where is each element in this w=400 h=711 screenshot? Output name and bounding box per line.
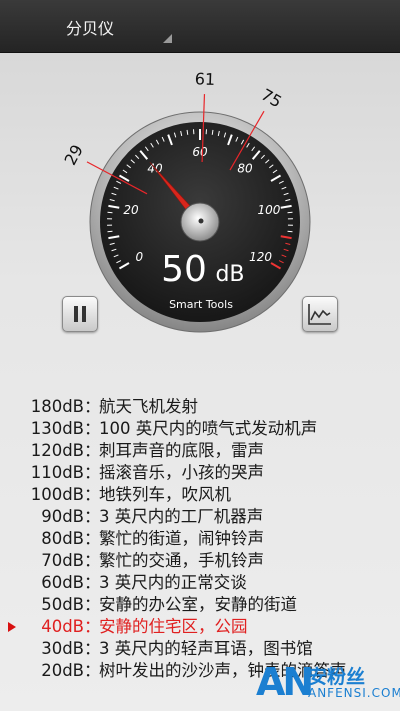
gauge-tick bbox=[186, 129, 189, 135]
noise-level-row: 60dB： 3 英尺内的正常交谈 bbox=[0, 572, 400, 594]
noise-level-db: 110dB bbox=[30, 463, 84, 482]
noise-level-row: 130dB： 100 英尺内的喷气式发动机声 bbox=[0, 418, 400, 440]
noise-level-description: 3 英尺内的轻声耳语，图书馆 bbox=[99, 639, 313, 658]
gauge-tick bbox=[211, 129, 214, 135]
gauge-tick bbox=[287, 230, 293, 233]
noise-level-db: 120dB bbox=[30, 441, 84, 460]
noise-level-db: 30dB bbox=[41, 639, 84, 658]
noise-level-db: 130dB bbox=[30, 419, 84, 438]
watermark-an: AN bbox=[256, 660, 314, 704]
noise-level-description: 地铁列车，吹风机 bbox=[99, 485, 231, 504]
noise-level-row: 80dB：繁忙的街道，闹钟铃声 bbox=[0, 528, 400, 550]
noise-level-row: 120dB：刺耳声音的底限，雷声 bbox=[0, 440, 400, 462]
gauge-reading-unit: dB bbox=[215, 262, 244, 287]
gauge-tick bbox=[107, 211, 113, 214]
watermark-cn: 安粉丝 bbox=[308, 666, 366, 688]
noise-level-description: 安静的办公室，安静的街道 bbox=[99, 595, 297, 614]
gauge-tick bbox=[287, 211, 293, 214]
line-chart-icon bbox=[308, 304, 331, 325]
noise-level-row: 110dB：摇滚音乐，小孩的哭声 bbox=[0, 462, 400, 484]
title-bar: 分贝仪 bbox=[0, 0, 400, 53]
gauge-scale-label: 0 bbox=[136, 250, 144, 264]
noise-level-db: 180dB bbox=[30, 397, 84, 416]
noise-level-row: 30dB： 3 英尺内的轻声耳语，图书馆 bbox=[0, 638, 400, 660]
gauge-marker-label: 61 bbox=[194, 69, 215, 89]
gauge-scale-label: 80 bbox=[237, 161, 253, 175]
noise-level-db: 90dB bbox=[41, 507, 84, 526]
gauge-marker-label: 75 bbox=[258, 85, 285, 112]
noise-level-db: 40dB bbox=[41, 617, 84, 636]
current-level-marker-icon bbox=[8, 622, 16, 632]
pause-icon bbox=[74, 306, 86, 322]
noise-level-row: 100dB：地铁列车，吹风机 bbox=[0, 484, 400, 506]
gauge-hub-pin bbox=[198, 218, 204, 224]
noise-level-row: 180dB：航天飞机发射 bbox=[0, 396, 400, 418]
noise-level-db: 50dB bbox=[41, 595, 84, 614]
gauge-scale-label: 60 bbox=[192, 145, 208, 159]
gauge-tick bbox=[107, 230, 113, 233]
noise-level-row: 90dB： 3 英尺内的工厂机器声 bbox=[0, 506, 400, 528]
noise-level-row: 40dB：安静的住宅区，公园 bbox=[0, 616, 400, 638]
noise-level-db: 100dB bbox=[30, 485, 84, 504]
gauge-brand: Smart Tools bbox=[169, 298, 233, 311]
noise-level-description: 繁忙的街道，闹钟铃声 bbox=[99, 529, 264, 548]
noise-level-db: 80dB bbox=[41, 529, 84, 548]
noise-level-description: 100 英尺内的喷气式发动机声 bbox=[99, 419, 318, 438]
noise-level-db: 20dB bbox=[41, 661, 84, 680]
noise-level-description: 刺耳声音的底限，雷声 bbox=[99, 441, 264, 460]
decibel-gauge: 020406080100120 296175 50 dB Smart Tools bbox=[61, 69, 311, 333]
noise-level-list: 180dB：航天飞机发射 130dB： 100 英尺内的喷气式发动机声 120dB：刺… bbox=[0, 396, 400, 682]
app-title: 分贝仪 bbox=[66, 19, 115, 38]
noise-level-db: 70dB bbox=[41, 551, 84, 570]
gauge-reading-value: 50 bbox=[161, 249, 207, 290]
overflow-corner-icon[interactable] bbox=[163, 34, 172, 43]
noise-level-row: 70dB：繁忙的交通，手机铃声 bbox=[0, 550, 400, 572]
noise-level-row: 50dB：安静的办公室，安静的街道 bbox=[0, 594, 400, 616]
noise-level-description: 安静的住宅区，公园 bbox=[99, 617, 248, 636]
noise-level-description: 3 英尺内的正常交谈 bbox=[99, 573, 247, 592]
noise-level-description: 摇滚音乐，小孩的哭声 bbox=[99, 463, 264, 482]
gauge-marker-label: 29 bbox=[61, 141, 87, 168]
gauge-scale-label: 120 bbox=[249, 250, 272, 264]
noise-level-description: 航天飞机发射 bbox=[99, 397, 198, 416]
history-chart-button[interactable] bbox=[302, 296, 338, 332]
noise-level-description: 3 英尺内的工厂机器声 bbox=[99, 507, 264, 526]
noise-level-db: 60dB bbox=[41, 573, 84, 592]
watermark-en: ANFENSI.COM bbox=[308, 686, 400, 700]
watermark-logo: AN 安粉丝 ANFENSI.COM bbox=[256, 660, 400, 711]
pause-button[interactable] bbox=[62, 296, 98, 332]
gauge-scale-label: 20 bbox=[123, 203, 139, 217]
noise-level-description: 繁忙的交通，手机铃声 bbox=[99, 551, 264, 570]
gauge-scale-label: 100 bbox=[257, 203, 280, 217]
